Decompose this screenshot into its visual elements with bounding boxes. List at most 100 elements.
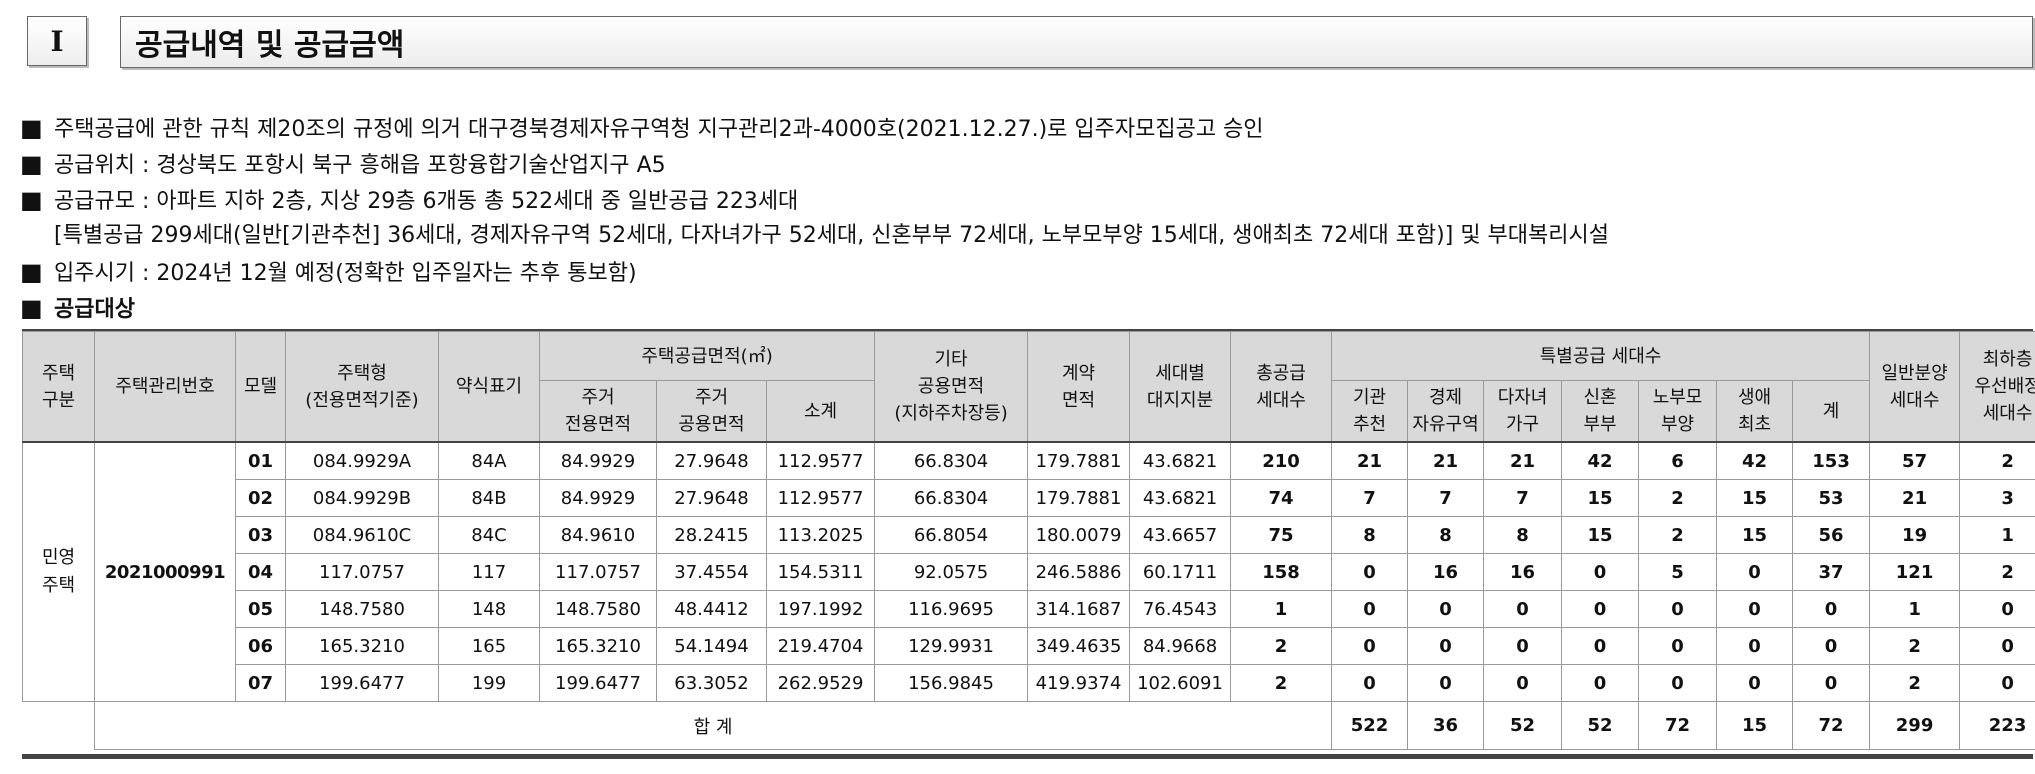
header-special-group: 특별공급 세대수 [1331,331,1871,381]
table-cell: 084.9929A [285,441,439,480]
mgmt-no-cell: 2021000991 [94,441,236,702]
table-cell: 37.4554 [656,553,767,591]
table-cell: 117.0757 [539,553,657,591]
header-general-units: 일반분양 세대수 [1869,331,1961,443]
info-text: 입주시기 : 2024년 12월 예정(정확한 입주일자는 추후 통보함) [54,261,637,286]
table-cell: 0 [1959,664,2035,702]
table-cell: 2 [1638,479,1718,517]
info-line-move-in: ■ 입주시기 : 2024년 12월 예정(정확한 입주일자는 추후 통보함) [20,254,2020,290]
header-land-share: 세대별 대지지분 [1129,331,1232,443]
table-cell: 8 [1407,516,1485,554]
table-total-row: 합 계5223652527215722992238 [22,701,2035,750]
table-cell: 0 [1483,664,1563,702]
table-cell: 21 [1869,479,1961,517]
table-cell: 0 [1792,627,1871,665]
table-cell: 21 [1407,441,1485,480]
header-model: 모델 [235,331,286,443]
table-cell: 084.9610C [285,516,439,554]
blank-cell [22,701,95,750]
table-cell: 0 [1483,627,1563,665]
table-cell: 16 [1483,553,1563,591]
table-cell: 2 [1959,553,2035,591]
table-cell: 349.4635 [1027,627,1131,665]
table-cell: 53 [1792,479,1871,517]
table-cell: 165.3210 [285,627,439,665]
info-line-approval: ■ 주택공급에 관한 규칙 제20조의 규정에 의거 대구경북경제자유구역청 지구… [20,110,2020,146]
info-line-supply-target: ■ 공급대상 [20,290,2020,326]
table-cell: 06 [235,627,286,665]
header-area-group: 주택공급면적(㎡) [538,331,876,381]
table-cell: 116.9695 [874,590,1029,628]
total-cell: 299 [1869,701,1961,750]
table-cell: 1 [1230,590,1333,628]
table-cell: 0 [1407,590,1485,628]
table-cell: 179.7881 [1027,441,1131,480]
table-cell: 102.6091 [1129,664,1232,702]
table-cell: 15 [1716,516,1794,554]
table-cell: 148.7580 [285,590,439,628]
table-cell: 84.9668 [1129,627,1232,665]
section-title: 공급내역 및 공급금액 [120,16,2033,68]
table-cell: 0 [1561,553,1640,591]
table-cell: 7 [1483,479,1563,517]
info-line-location: ■ 공급위치 : 경상북도 포항시 북구 흥해읍 포항융합기술산업지구 A5 [20,146,2020,182]
table-cell: 63.3052 [656,664,767,702]
table-cell: 117 [438,553,540,591]
table-cell: 84.9929 [539,441,657,480]
supply-table: 주택 구분 주택관리번호 모델 주택형 (전용면적기준) 약식표기 주택공급면적… [22,331,2035,750]
table-cell: 0 [1792,590,1871,628]
info-text: 주택공급에 관한 규칙 제20조의 규정에 의거 대구경북경제자유구역청 지구관… [54,117,1264,142]
table-cell: 7 [1331,479,1409,517]
section-number-box: I [27,16,87,66]
table-cell: 48.4412 [656,590,767,628]
table-cell: 76.4543 [1129,590,1232,628]
header-abbr: 약식표기 [438,331,540,443]
square-bullet-icon: ■ [20,150,43,178]
table-cell: 084.9929B [285,479,439,517]
table-cell: 121 [1869,553,1961,591]
table-cell: 0 [1959,590,2035,628]
table-bottom-rule [22,754,2033,759]
table-cell: 84.9929 [539,479,657,517]
info-heading: 공급대상 [54,297,135,322]
table-cell: 197.1992 [765,590,876,628]
table-cell: 165 [438,627,540,665]
table-cell: 154.5311 [765,553,876,591]
table-cell: 112.9577 [765,479,876,517]
header-sp-newlywed: 신혼 부부 [1561,380,1640,443]
table-cell: 84.9610 [539,516,657,554]
table-row: 06 165.3210 165 165.3210 54.1494 219.4704 129.… [23,627,2035,665]
info-text: 공급위치 : 경상북도 포항시 북구 흥해읍 포항융합기술산업지구 A5 [54,153,666,178]
table-cell: 16 [1407,553,1485,591]
table-cell: 05 [235,590,286,628]
table-cell: 179.7881 [1027,479,1131,517]
table-cell: 15 [1716,479,1794,517]
header-other-common: 기타 공용면적 (지하주차장등) [874,331,1029,443]
table-cell: 0 [1638,590,1718,628]
table-cell: 54.1494 [656,627,767,665]
table-cell: 219.4704 [765,627,876,665]
table-cell: 2 [1230,627,1333,665]
table-cell: 60.1711 [1129,553,1232,591]
table-cell: 56 [1792,516,1871,554]
table-cell: 148.7580 [539,590,657,628]
table-cell: 7 [1407,479,1485,517]
table-cell: 165.3210 [539,627,657,665]
table-row: 05 148.7580 148 148.7580 48.4412 197.1992 116.… [23,590,2035,628]
table-cell: 199.6477 [285,664,439,702]
header-sp-institution: 기관 추천 [1331,380,1409,443]
table-cell: 0 [1959,627,2035,665]
table-cell: 113.2025 [765,516,876,554]
square-bullet-icon: ■ [20,186,43,214]
header-lowest-floor: 최하층 우선배정 세대수 [1959,331,2035,443]
table-cell: 8 [1331,516,1409,554]
table-cell: 0 [1561,627,1640,665]
table-cell: 0 [1561,664,1640,702]
table-cell: 0 [1638,627,1718,665]
table-cell: 0 [1331,590,1409,628]
square-bullet-icon: ■ [20,294,43,322]
table-cell: 04 [235,553,286,591]
header-subtotal: 소계 [765,380,876,443]
table-cell: 153 [1792,441,1871,480]
table-cell: 0 [1483,590,1563,628]
